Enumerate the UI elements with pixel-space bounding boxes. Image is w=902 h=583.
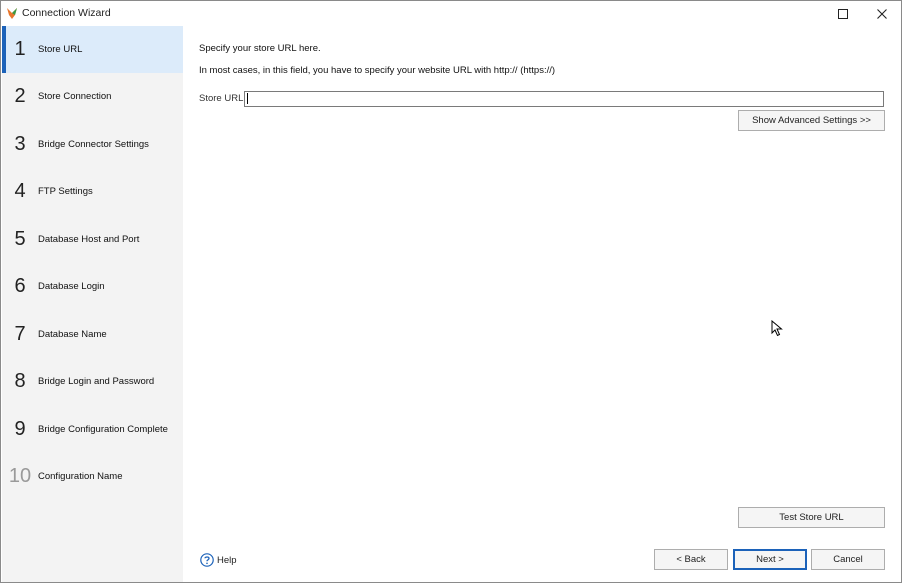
step-database-name[interactable]: 7 Database Name (2, 311, 183, 358)
step-label: Database Host and Port (38, 234, 140, 245)
connection-wizard-window: Connection Wizard 1 Store URL 2 Store Co… (0, 0, 902, 583)
step-label: Bridge Configuration Complete (38, 424, 168, 435)
step-store-url[interactable]: 1 Store URL (2, 26, 183, 73)
step-store-connection[interactable]: 2 Store Connection (2, 73, 183, 120)
help-link[interactable]: Help (200, 553, 237, 567)
step-label: Database Login (38, 281, 105, 292)
step-label: Configuration Name (38, 471, 123, 482)
help-label: Help (217, 554, 237, 566)
step-number: 8 (14, 370, 26, 392)
step-bridge-connector-settings[interactable]: 3 Bridge Connector Settings (2, 121, 183, 168)
maximize-icon (838, 8, 848, 19)
step-label: Store URL (38, 44, 83, 55)
step-database-login[interactable]: 6 Database Login (2, 263, 183, 310)
wizard-steps-sidebar: 1 Store URL 2 Store Connection 3 Bridge … (2, 26, 183, 582)
step-number: 5 (14, 228, 26, 250)
step-number: 4 (14, 180, 26, 202)
step-number: 7 (14, 323, 26, 345)
step-number: 6 (14, 275, 26, 297)
window-title: Connection Wizard (22, 7, 111, 19)
cancel-button[interactable]: Cancel (811, 549, 885, 570)
app-logo-icon (7, 8, 17, 19)
step-label: Store Connection (38, 91, 112, 102)
show-advanced-settings-button[interactable]: Show Advanced Settings >> (738, 110, 885, 131)
step-label: Bridge Connector Settings (38, 139, 149, 150)
maximize-button[interactable] (823, 1, 863, 26)
text-caret (247, 93, 248, 104)
step-number: 9 (14, 418, 26, 440)
hint-text: In most cases, in this field, you have t… (199, 65, 556, 76)
wizard-main-panel: Specify your store URL here. In most cas… (183, 26, 901, 582)
step-number: 2 (14, 85, 26, 107)
step-database-host-and-port[interactable]: 5 Database Host and Port (2, 216, 183, 263)
step-bridge-configuration-complete[interactable]: 9 Bridge Configuration Complete (2, 406, 183, 453)
close-icon (877, 8, 887, 19)
back-button[interactable]: < Back (654, 549, 728, 570)
step-ftp-settings[interactable]: 4 FTP Settings (2, 168, 183, 215)
step-label: FTP Settings (38, 186, 93, 197)
step-label: Bridge Login and Password (38, 376, 155, 387)
step-bridge-login-and-password[interactable]: 8 Bridge Login and Password (2, 358, 183, 405)
help-icon (200, 553, 214, 567)
close-button[interactable] (862, 1, 902, 26)
step-label: Database Name (38, 329, 107, 340)
step-number: 10 (8, 465, 32, 487)
step-configuration-name[interactable]: 10 Configuration Name (2, 453, 183, 500)
test-store-url-button[interactable]: Test Store URL (738, 507, 885, 528)
store-url-label: Store URL (199, 93, 244, 104)
store-url-input[interactable] (244, 91, 884, 107)
step-number: 1 (14, 38, 26, 60)
intro-text: Specify your store URL here. (199, 43, 321, 54)
title-bar: Connection Wizard (1, 1, 901, 26)
step-number: 3 (14, 133, 26, 155)
mouse-pointer-icon (771, 320, 783, 337)
next-button[interactable]: Next > (733, 549, 807, 570)
